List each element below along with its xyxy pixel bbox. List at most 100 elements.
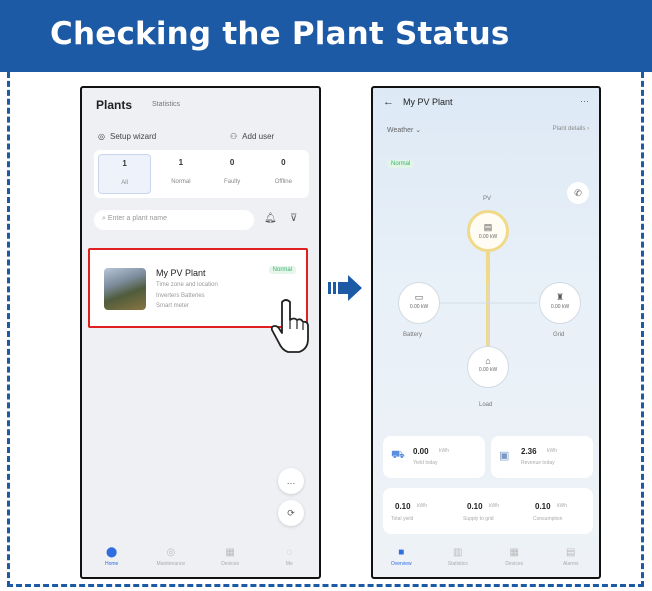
- tab-me[interactable]: ◌ Me: [260, 541, 319, 577]
- setup-wizard-label: Setup wizard: [109, 132, 157, 141]
- status-filter-bar: 1 All 1 Normal 0 Faulty 0 Offline: [94, 150, 309, 198]
- plant-meta: Inverters Batteries: [156, 293, 205, 299]
- tab-label: Alarms: [562, 561, 579, 567]
- filter-count: 1: [178, 158, 184, 167]
- pv-value: 0.00 kW: [478, 234, 498, 240]
- total-value: 0.10: [535, 502, 551, 511]
- add-user-label: Add user: [242, 132, 275, 141]
- page-title: Checking the Plant Status: [50, 16, 510, 52]
- tap-hand-icon: [270, 299, 309, 353]
- tab-label: Me: [285, 561, 293, 567]
- battery-value: 0.00 kW: [409, 304, 429, 310]
- alarms-icon: ▤: [566, 547, 576, 558]
- metric-label: Revenue today: [521, 460, 555, 466]
- yield-today-card[interactable]: ⛟ 0.00 kWh Yield today: [383, 436, 485, 478]
- tab-devices[interactable]: ▦ Devices: [486, 541, 543, 577]
- plant-detail-screen: ← My PV Plant ⋯ Weather ⌄ Plant details …: [371, 86, 601, 579]
- metric-unit: kWh: [547, 448, 557, 454]
- filter-label: Normal: [171, 179, 191, 185]
- grid-label: Grid: [553, 332, 565, 338]
- filter-label: Offline: [274, 179, 292, 185]
- chat-fab[interactable]: …: [278, 468, 304, 494]
- solar-panel-icon: ▤: [483, 222, 493, 232]
- revenue-today-card[interactable]: ▣ 2.36 kWh Revenue today: [491, 436, 593, 478]
- devices-icon: ▦: [509, 547, 519, 558]
- cart-icon: ⛟: [391, 449, 405, 461]
- plant-meta: Smart meter: [156, 303, 190, 309]
- tab-statistics[interactable]: ▥ Statistics: [430, 541, 487, 577]
- filter-offline[interactable]: 0 Offline: [258, 150, 309, 198]
- load-node[interactable]: ⌂ 0.00 kW: [467, 346, 509, 388]
- filter-count: 0: [281, 158, 286, 167]
- tab-label: Home: [104, 561, 119, 567]
- grid-tower-icon: ♜: [555, 292, 565, 302]
- totals-card: 0.10 kWh Total yield 0.10 kWh Supply to …: [383, 488, 593, 534]
- filter-all[interactable]: 1 All: [98, 154, 152, 194]
- bottom-tab-bar: ■ Overview ▥ Statistics ▦ Devices ▤ Alarms: [373, 541, 599, 577]
- screen-title: Plants: [96, 98, 133, 112]
- overview-icon: ■: [398, 547, 405, 558]
- transition-arrow-icon: [328, 275, 362, 301]
- total-value: 0.10: [467, 502, 483, 511]
- home-icon: ⬤: [106, 547, 118, 558]
- tab-label: Maintenance: [156, 561, 186, 567]
- filter-count: 1: [122, 159, 127, 168]
- battery-node[interactable]: ▭ 0.00 kW: [398, 282, 440, 324]
- load-label: Load: [479, 402, 493, 408]
- load-value: 0.00 kW: [478, 367, 498, 373]
- filter-label: All: [121, 180, 128, 186]
- tab-alarms[interactable]: ▤ Alarms: [543, 541, 600, 577]
- status-badge: Normal: [268, 266, 296, 274]
- tab-label: Devices: [505, 561, 524, 567]
- devices-icon: ▦: [225, 547, 235, 558]
- header-banner: Checking the Plant Status: [0, 0, 652, 72]
- total-unit: kWh: [489, 503, 499, 509]
- total-unit: kWh: [557, 503, 567, 509]
- search-placeholder: Enter a plant name: [107, 215, 168, 222]
- setup-wizard-button[interactable]: ◎ Setup wizard: [98, 132, 156, 141]
- tab-maintenance[interactable]: ◎ Maintenance: [141, 541, 200, 577]
- plant-name: My PV Plant: [156, 268, 206, 278]
- tab-label: Overview: [390, 561, 412, 567]
- filter-normal[interactable]: 1 Normal: [155, 150, 206, 198]
- total-label: Consumption: [533, 516, 563, 522]
- total-label: Supply to grid: [463, 516, 494, 522]
- grid-value: 0.00 kW: [550, 304, 570, 310]
- plant-search-input[interactable]: ⌕ Enter a plant name: [94, 210, 254, 230]
- plant-thumbnail: [104, 268, 146, 310]
- grid-node[interactable]: ♜ 0.00 kW: [539, 282, 581, 324]
- filter-label: Faulty: [223, 179, 241, 185]
- tab-home[interactable]: ⬤ Home: [82, 541, 141, 577]
- filter-count: 0: [229, 158, 235, 167]
- battery-icon: ▭: [414, 292, 424, 302]
- metric-label: Yield today: [413, 460, 438, 466]
- pv-node[interactable]: ▤ 0.00 kW: [467, 210, 509, 252]
- total-unit: kWh: [417, 503, 427, 509]
- filter-icon[interactable]: ⊽: [290, 213, 297, 224]
- tab-label: Statistics: [447, 561, 468, 567]
- setup-wizard-icon: ◎: [98, 132, 105, 141]
- filter-faulty[interactable]: 0 Faulty: [207, 150, 258, 198]
- total-label: Total yield: [391, 516, 414, 522]
- notification-icon[interactable]: 🔔︎: [264, 213, 277, 224]
- tab-devices[interactable]: ▦ Devices: [201, 541, 260, 577]
- tab-overview[interactable]: ■ Overview: [373, 541, 430, 577]
- tab-label: Devices: [221, 561, 240, 567]
- add-user-button[interactable]: ⚇ Add user: [230, 132, 274, 141]
- maintenance-icon: ◎: [166, 547, 176, 558]
- revenue-icon: ▣: [499, 450, 510, 462]
- plant-list-screen: Plants Statistics ◎ Setup wizard ⚇ Add u…: [80, 86, 321, 579]
- statistics-tab[interactable]: Statistics: [152, 101, 180, 108]
- me-icon: ◌: [286, 547, 293, 558]
- battery-label: Battery: [403, 332, 423, 338]
- metric-value: 0.00: [413, 447, 429, 456]
- pv-label: PV: [483, 196, 492, 202]
- metric-value: 2.36: [521, 447, 537, 456]
- plant-meta: Time zone and location: [156, 282, 218, 288]
- add-user-icon: ⚇: [230, 132, 238, 141]
- statistics-icon: ▥: [453, 547, 463, 558]
- home-load-icon: ⌂: [485, 356, 491, 366]
- total-value: 0.10: [395, 502, 411, 511]
- bottom-tab-bar: ⬤ Home ◎ Maintenance ▦ Devices ◌ Me: [82, 541, 319, 577]
- assistant-fab[interactable]: ⟳: [278, 500, 304, 526]
